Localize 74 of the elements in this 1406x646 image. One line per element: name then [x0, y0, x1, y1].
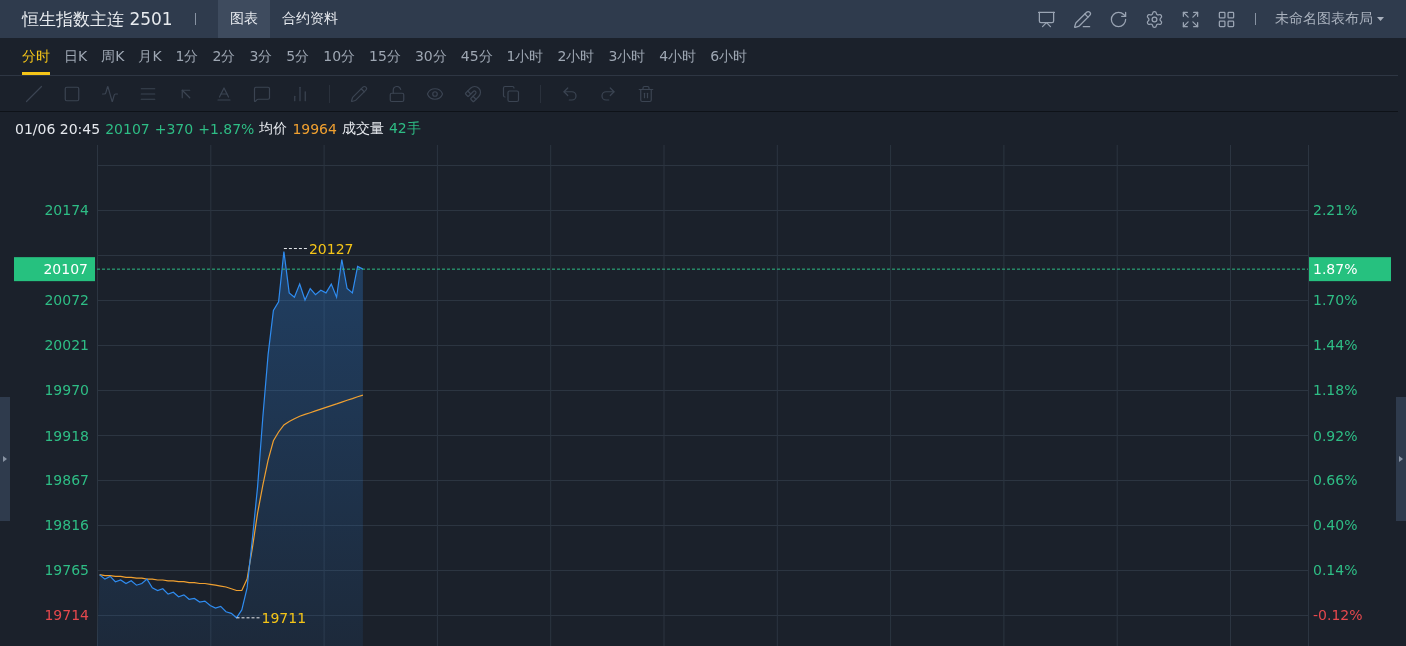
- bars-tool-icon[interactable]: [291, 84, 309, 103]
- percent-axis-label: 1.70%: [1313, 291, 1358, 308]
- timeframe-tab[interactable]: 月K: [138, 38, 162, 75]
- timeframe-tab[interactable]: 30分: [414, 38, 447, 75]
- quote-change: +370: [154, 120, 194, 137]
- percent-axis-label: 0.40%: [1313, 517, 1358, 534]
- percent-axis-label: 0.66%: [1313, 472, 1358, 489]
- high-price-label: 20127: [308, 240, 354, 257]
- price-axis-label: 19765: [44, 562, 89, 579]
- quote-price: 20107: [105, 120, 150, 137]
- price-axis-label: 19816: [44, 517, 89, 534]
- expand-icon[interactable]: [1181, 9, 1200, 29]
- average-label: 均价: [259, 119, 288, 138]
- percent-axis-label: 2.21%: [1313, 202, 1358, 219]
- ref-line-label: 20107: [43, 261, 88, 278]
- volume-label: 成交量: [341, 119, 384, 138]
- timeframe-tab[interactable]: 4小时: [659, 38, 697, 75]
- side-panel-handle[interactable]: [0, 397, 10, 521]
- chart-screen-icon[interactable]: [1037, 9, 1056, 29]
- timeframe-tab[interactable]: 45分: [460, 38, 493, 75]
- price-axis-label: 19918: [44, 427, 89, 444]
- low-price-label: 19711: [261, 609, 307, 626]
- timeframe-tab[interactable]: 日K: [64, 38, 88, 75]
- percent-axis-label: 1.18%: [1313, 381, 1358, 398]
- leader-line: [236, 617, 262, 619]
- timeframe-tab[interactable]: 6小时: [710, 38, 748, 75]
- timeframe-tab[interactable]: 1分: [175, 38, 199, 75]
- note-tool-icon[interactable]: [253, 84, 271, 103]
- grid-icon[interactable]: [1217, 9, 1236, 29]
- price-axis-label: 20072: [44, 291, 89, 308]
- copy-icon[interactable]: [502, 84, 520, 103]
- price-axis-label: 19867: [44, 472, 89, 489]
- refresh-icon[interactable]: [1109, 9, 1128, 29]
- timeframe-tab[interactable]: 5分: [286, 38, 310, 75]
- timeframe-tab[interactable]: 分时: [22, 38, 50, 75]
- percent-axis-label: 1.44%: [1313, 336, 1358, 353]
- price-axis-label: 19714: [44, 607, 89, 624]
- quote-time: 01/06 20:45: [15, 120, 101, 137]
- trash-icon[interactable]: [637, 84, 655, 103]
- current-percent-tag: 1.87%: [1309, 257, 1391, 282]
- layout-menu[interactable]: 未命名图表布局: [1275, 10, 1384, 28]
- instrument-title: 恒生指数主连 2501: [22, 7, 173, 31]
- timeframe-tab[interactable]: 10分: [323, 38, 356, 75]
- percent-axis-label: 0.92%: [1313, 427, 1358, 444]
- timeframe-tab[interactable]: 2分: [212, 38, 236, 75]
- line-tool-icon[interactable]: [25, 84, 43, 103]
- redo-icon[interactable]: [599, 84, 617, 103]
- settings-icon[interactable]: [1145, 9, 1164, 29]
- volume-value: 42手: [388, 119, 421, 138]
- rectangle-tool-icon[interactable]: [63, 84, 81, 103]
- quote-change-percent: +1.87%: [198, 120, 255, 137]
- undo-icon[interactable]: [561, 84, 579, 103]
- magnet-icon[interactable]: [464, 84, 482, 103]
- timeframe-tab[interactable]: 3小时: [608, 38, 646, 75]
- leader-line: [283, 248, 309, 250]
- percent-axis-label: -0.12%: [1313, 607, 1363, 624]
- caret-icon: [1377, 17, 1384, 21]
- unlock-icon[interactable]: [388, 84, 406, 103]
- price-axis-label: 20021: [44, 336, 89, 353]
- average-price: 19964: [292, 120, 337, 137]
- side-panel-handle[interactable]: [1396, 397, 1406, 521]
- tab[interactable]: 图表: [217, 0, 270, 38]
- timeframe-tab[interactable]: 3分: [249, 38, 273, 75]
- price-axis-label: 19970: [44, 381, 89, 398]
- timeframe-tab[interactable]: 2小时: [557, 38, 595, 75]
- timeframe-tab[interactable]: 周K: [101, 38, 125, 75]
- timeframe-tab[interactable]: 15分: [369, 38, 401, 75]
- current-price-tag: 20107: [14, 257, 95, 282]
- wave-tool-icon[interactable]: [101, 84, 119, 103]
- percent-axis-label: 0.14%: [1313, 562, 1358, 579]
- pencil-icon[interactable]: [1073, 9, 1092, 29]
- price-axis-label: 20174: [44, 202, 89, 219]
- tab[interactable]: 合约资料: [269, 0, 350, 38]
- timeframe-tab[interactable]: 1小时: [506, 38, 544, 75]
